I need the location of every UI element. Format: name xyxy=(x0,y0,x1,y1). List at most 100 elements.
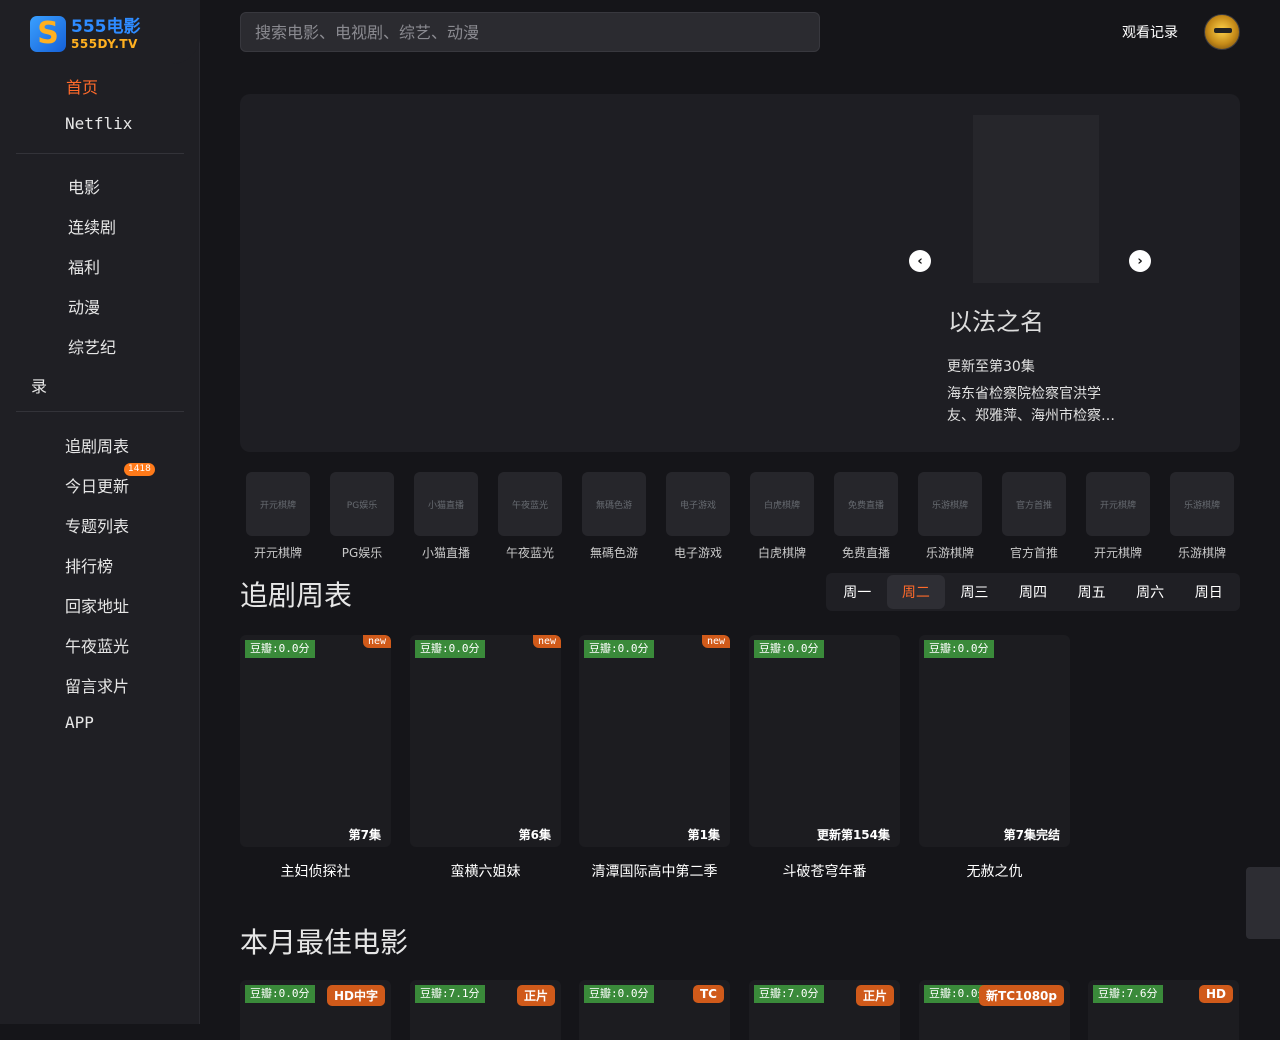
logo-title: 555电影 xyxy=(71,17,141,37)
ad-thumbnail: 乐游棋牌 xyxy=(1170,472,1234,536)
site-logo[interactable]: S 555电影 555DY.TV xyxy=(30,14,150,54)
douban-score: 豆瓣:7.6分 xyxy=(1093,985,1163,1003)
sidebar: S 555电影 555DY.TV 首页 Netflix 电影 连续剧 福利 动漫… xyxy=(0,0,200,1024)
episode-label: 第7集完结 xyxy=(1003,828,1060,842)
user-avatar[interactable] xyxy=(1204,14,1240,50)
nav-item-schedule[interactable]: 追剧周表 xyxy=(65,433,129,457)
logo-text: 555电影 555DY.TV xyxy=(71,17,141,51)
nav-item-home-address[interactable]: 回家地址 xyxy=(65,593,129,617)
movie-card[interactable]: 豆瓣:7.0分 正片 xyxy=(749,980,900,1040)
ad-thumbnail: 午夜蓝光 xyxy=(498,472,562,536)
episode-label: 更新第154集 xyxy=(816,828,890,842)
chevron-right-icon[interactable]: › xyxy=(1129,250,1151,272)
ad-label: 电子游戏 xyxy=(673,546,722,560)
nav-item-welfare[interactable]: 福利 xyxy=(68,254,100,278)
search-input[interactable] xyxy=(240,12,820,52)
nav-item-app[interactable]: APP xyxy=(65,713,94,732)
ad-label: 官方首推 xyxy=(1009,546,1058,560)
movie-card[interactable]: 豆瓣:0.0分 新TC1080p xyxy=(919,980,1070,1040)
ad-grid: 开元棋牌 开元棋牌 PG娱乐 PG娱乐 小猫直播 小猫直播 午夜蓝光 午夜蓝光 無碼色游… xyxy=(240,472,1240,564)
show-title[interactable]: 清潭国际高中第二季 xyxy=(579,861,730,881)
ad-label: 無碼色游 xyxy=(589,546,638,560)
ad-label: 乐游棋牌 xyxy=(925,546,974,560)
movie-card[interactable]: 豆瓣:0.0分 HD中字 xyxy=(240,980,391,1040)
ad-item[interactable]: 白虎棋牌 白虎棋牌 xyxy=(744,472,814,561)
tab-thursday[interactable]: 周四 xyxy=(1004,575,1063,609)
show-card[interactable]: 豆瓣:0.0分 第7集完结 xyxy=(919,635,1070,847)
nav-divider xyxy=(16,411,184,412)
ad-thumbnail: 开元棋牌 xyxy=(246,472,310,536)
quality-badge: HD中字 xyxy=(326,985,385,1006)
ad-label: 白虎棋牌 xyxy=(757,546,806,560)
logo-subtitle: 555DY.TV xyxy=(71,37,138,51)
show-title[interactable]: 斗破苍穹年番 xyxy=(749,861,900,881)
ad-thumbnail: PG娱乐 xyxy=(330,472,394,536)
banner-title[interactable]: 以法之名 xyxy=(948,302,1044,337)
section-title-best-movies: 本月最佳电影 xyxy=(240,926,409,959)
tab-saturday[interactable]: 周六 xyxy=(1121,575,1180,609)
new-badge: new xyxy=(532,635,561,648)
show-card[interactable]: 豆瓣:0.0分 更新第154集 xyxy=(749,635,900,847)
ad-item[interactable]: 午夜蓝光 午夜蓝光 xyxy=(492,472,562,561)
tab-sunday[interactable]: 周日 xyxy=(1179,575,1238,609)
movie-card[interactable]: 豆瓣:7.1分 正片 xyxy=(410,980,561,1040)
nav-item-variety[interactable]: 综艺纪 xyxy=(68,334,116,358)
ad-label: 开元棋牌 xyxy=(253,546,302,560)
douban-score: 豆瓣:7.1分 xyxy=(415,985,485,1003)
douban-score: 豆瓣:0.0分 xyxy=(924,640,994,658)
nav-item-netflix[interactable]: Netflix xyxy=(65,114,132,133)
show-title[interactable]: 蛮横六姐妹 xyxy=(410,861,561,881)
nav-item-home[interactable]: 首页 xyxy=(66,74,98,98)
nav-item-movie[interactable]: 电影 xyxy=(68,174,100,198)
douban-score: 豆瓣:0.0分 xyxy=(415,640,485,658)
ad-item[interactable]: 乐游棋牌 乐游棋牌 xyxy=(1164,472,1234,561)
ad-thumbnail: 白虎棋牌 xyxy=(750,472,814,536)
ad-thumbnail: 开元棋牌 xyxy=(1086,472,1150,536)
ad-item[interactable]: PG娱乐 PG娱乐 xyxy=(324,472,394,561)
nav-item-ranking[interactable]: 排行榜 xyxy=(65,553,113,577)
ad-item[interactable]: 乐游棋牌 乐游棋牌 xyxy=(912,472,982,561)
nav-item-midnight-bluray[interactable]: 午夜蓝光 xyxy=(65,633,129,657)
floating-side-tab[interactable] xyxy=(1246,867,1280,939)
show-card[interactable]: 豆瓣:0.0分 new 第1集 xyxy=(579,635,730,847)
ad-item[interactable]: 电子游戏 电子游戏 xyxy=(660,472,730,561)
today-update-badge: 1418 xyxy=(124,463,155,476)
ad-item[interactable]: 开元棋牌 开元棋牌 xyxy=(1080,472,1150,561)
ad-item[interactable]: 小猫直播 小猫直播 xyxy=(408,472,478,561)
nav-item-series[interactable]: 连续剧 xyxy=(68,214,116,238)
nav-item-topics[interactable]: 专题列表 xyxy=(65,513,129,537)
ad-item[interactable]: 免费直播 免费直播 xyxy=(828,472,898,561)
ad-item[interactable]: 开元棋牌 开元棋牌 xyxy=(240,472,310,561)
ad-item[interactable]: 無碼色游 無碼色游 xyxy=(576,472,646,561)
douban-score: 豆瓣:0.0分 xyxy=(245,640,315,658)
banner-update: 更新至第30集 xyxy=(947,359,1035,375)
watch-history-link[interactable]: 观看记录 xyxy=(1122,22,1178,42)
nav-item-today-update[interactable]: 今日更新 xyxy=(65,473,129,497)
douban-score: 豆瓣:0.0分 xyxy=(584,985,654,1003)
chevron-left-icon[interactable]: ‹ xyxy=(909,250,931,272)
quality-badge: 正片 xyxy=(855,985,894,1006)
movie-card[interactable]: 豆瓣:0.0分 TC xyxy=(579,980,730,1040)
week-tabs: 周一 周二 周三 周四 周五 周六 周日 xyxy=(826,573,1240,611)
new-badge: new xyxy=(362,635,391,648)
nav-divider xyxy=(16,153,184,154)
banner-poster[interactable] xyxy=(973,115,1099,283)
tab-friday[interactable]: 周五 xyxy=(1062,575,1121,609)
tab-tuesday[interactable]: 周二 xyxy=(886,575,946,609)
show-card[interactable]: 豆瓣:0.0分 new 第6集 xyxy=(410,635,561,847)
show-title[interactable]: 主妇侦探社 xyxy=(240,861,391,881)
nav-item-variety-wrap[interactable]: 录 xyxy=(31,373,47,397)
ad-item[interactable]: 官方首推 官方首推 xyxy=(996,472,1066,561)
nav-item-anime[interactable]: 动漫 xyxy=(68,294,100,318)
ad-thumbnail: 官方首推 xyxy=(1002,472,1066,536)
movie-card[interactable]: 豆瓣:7.6分 HD xyxy=(1088,980,1239,1040)
tab-monday[interactable]: 周一 xyxy=(828,575,887,609)
show-title[interactable]: 无赦之仇 xyxy=(919,861,1070,881)
douban-score: 豆瓣:0.0分 xyxy=(584,640,654,658)
show-card[interactable]: 豆瓣:0.0分 new 第7集 xyxy=(240,635,391,847)
ad-thumbnail: 小猫直播 xyxy=(414,472,478,536)
new-badge: new xyxy=(701,635,730,648)
quality-badge: 正片 xyxy=(516,985,555,1006)
tab-wednesday[interactable]: 周三 xyxy=(945,575,1004,609)
nav-item-request[interactable]: 留言求片 xyxy=(65,673,129,697)
